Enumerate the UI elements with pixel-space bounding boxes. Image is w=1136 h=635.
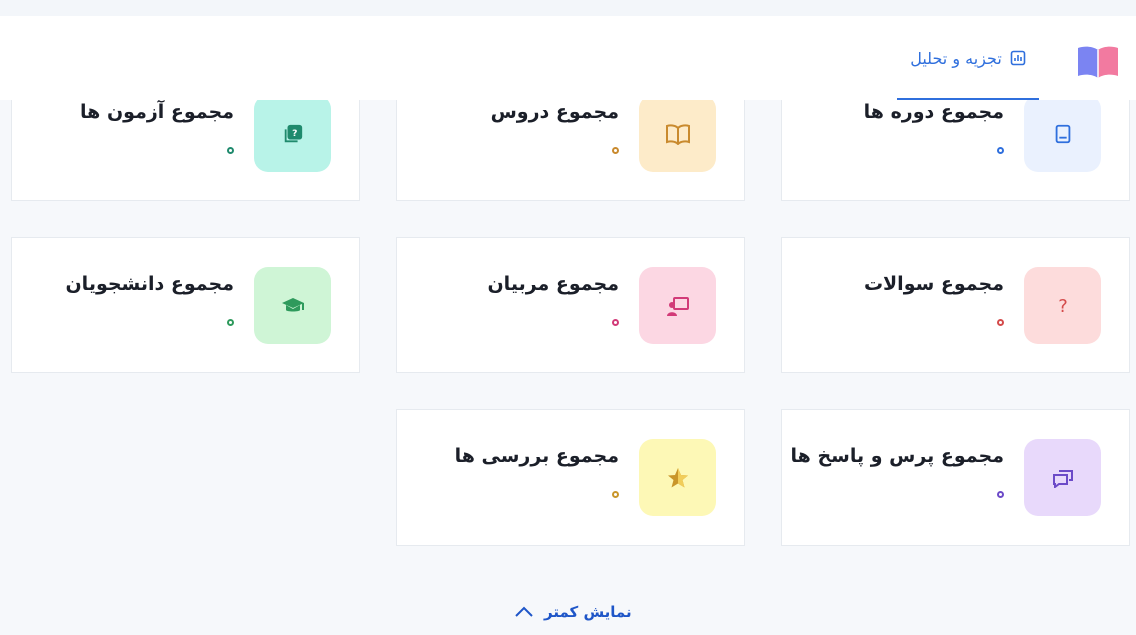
stat-card-qa: مجموع پرس و پاسخ ها	[781, 409, 1130, 546]
stat-card-dot	[227, 319, 234, 326]
stat-card-title: مجموع پرس و پاسخ ها	[790, 445, 1004, 467]
stat-card-tile	[639, 95, 716, 172]
stat-card-tile	[254, 267, 331, 344]
stat-card-students: مجموع دانشجویان	[11, 237, 360, 373]
chevron-up-icon	[515, 606, 533, 617]
book-icon	[1055, 124, 1070, 143]
stat-card-dot	[997, 147, 1004, 154]
tab-active-indicator	[897, 98, 1039, 100]
show-less-label: نمایش کمتر	[544, 603, 632, 621]
stat-card-dot	[612, 491, 619, 498]
stat-card-dot	[227, 147, 234, 154]
stat-card-dot	[997, 319, 1004, 326]
svg-text:?: ?	[292, 127, 297, 138]
top-strip	[0, 0, 1136, 16]
stat-card-tile: ?	[254, 95, 331, 172]
show-less-button[interactable]: نمایش کمتر	[514, 598, 632, 626]
question-icon: ?	[1058, 296, 1068, 317]
stat-card-questions: ? مجموع سوالات	[781, 237, 1130, 373]
svg-text:?: ?	[1058, 296, 1068, 317]
stat-card-dot	[997, 491, 1004, 498]
bar-chart-icon	[1010, 50, 1026, 66]
stat-card-title: مجموع آزمون ها	[80, 101, 234, 123]
tab-analytics-label: تجزیه و تحلیل	[910, 48, 1002, 68]
stat-card-instructors: مجموع مربیان	[396, 237, 745, 373]
stat-card-tile	[639, 267, 716, 344]
teacher-icon	[666, 296, 689, 316]
book-logo-icon[interactable]	[1076, 44, 1120, 80]
stat-card-dot	[612, 147, 619, 154]
stat-card-tile: ?	[1024, 267, 1101, 344]
star-icon	[667, 467, 688, 487]
stat-card-reviews: مجموع بررسی ها	[396, 409, 745, 546]
stat-card-title: مجموع دانشجویان	[65, 273, 234, 295]
stat-card-tile	[1024, 439, 1101, 516]
chat-icon	[1052, 469, 1073, 488]
graduation-cap-icon	[281, 297, 304, 311]
stat-card-title: مجموع دوره ها	[863, 101, 1004, 123]
stat-card-tile	[639, 439, 716, 516]
stat-card-title: مجموع سوالات	[863, 273, 1004, 295]
stat-card-dot	[612, 319, 619, 326]
stat-card-title: مجموع بررسی ها	[454, 445, 619, 467]
top-header: تجزیه و تحلیل	[0, 16, 1136, 100]
stat-card-tile	[1024, 95, 1101, 172]
open-book-icon	[665, 123, 690, 145]
tab-analytics[interactable]: تجزیه و تحلیل	[897, 16, 1039, 100]
stat-card-title: مجموع دروس	[490, 101, 619, 123]
quiz-icon: ?	[284, 124, 302, 142]
stat-card-title: مجموع مربیان	[487, 273, 619, 295]
